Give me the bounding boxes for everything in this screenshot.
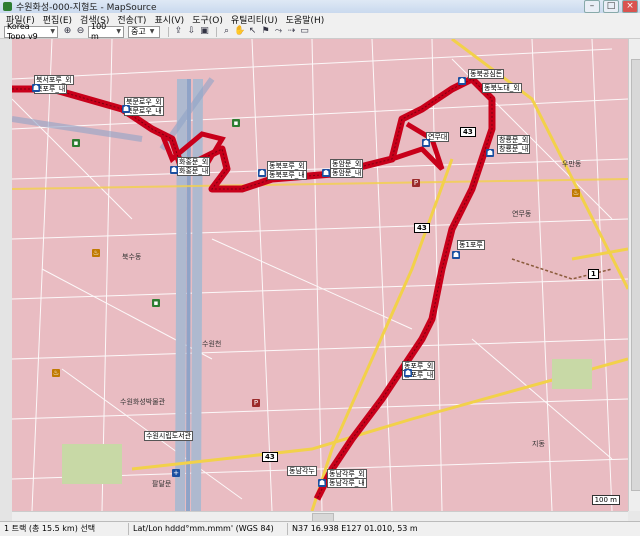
place-label: 수원화성박물관 [120,398,166,406]
hiker-icon[interactable]: ☗ [452,251,460,259]
zoom-out-icon[interactable]: ⊖ [75,26,86,37]
window-title: 수원화성-000-지형도 - MapSource [16,3,157,13]
chevron-down-icon: ▼ [116,27,121,35]
restaurant-icon: ♨ [92,249,100,257]
hiker-icon[interactable]: ☗ [318,479,326,487]
road-number-badge: 43 [262,452,278,462]
menu-view[interactable]: 표시(V) [154,13,184,26]
road-number-badge: 1 [588,269,599,279]
road-43-south [310,158,454,511]
restaurant-icon: ♨ [572,189,580,197]
waypoint-label[interactable]: 동북노대_외 [482,83,522,93]
track-line[interactable] [12,75,496,501]
parking-icon: P [252,399,260,407]
building-icon: ▪ [232,119,240,127]
hiker-icon[interactable]: ☗ [486,149,494,157]
measure-tool-icon[interactable]: ▭ [299,26,310,37]
scroll-thumb[interactable] [631,59,640,491]
status-coord-format: Lat/Lon hddd°mm.mmm' (WGS 84) [129,523,288,535]
device-icon[interactable]: ▣ [199,26,210,37]
chevron-down-icon: ▼ [50,27,55,35]
minimize-button[interactable]: – [584,0,600,13]
waypoint-label[interactable]: 동북공심돈 [468,69,505,79]
place-label[interactable]: 수원시립도서관 [144,431,194,441]
menu-transfer[interactable]: 전송(T) [117,13,146,26]
zoom-tool-icon[interactable]: ⌕ [221,26,232,37]
waypoint-label[interactable]: 동암문_내 [330,168,364,178]
road-minor [12,178,628,190]
hiker-icon[interactable]: ☗ [170,166,178,174]
menu-help[interactable]: 도움말(H) [286,13,325,26]
parking-icon: P [412,179,420,187]
hiker-icon[interactable]: ☗ [422,139,430,147]
waypoint-label[interactable]: 동북포루_내 [267,170,307,180]
title-bar: 수원화성-000-지형도 - MapSource – □ × [0,0,640,13]
maximize-button[interactable]: □ [603,0,619,13]
left-gutter [0,39,12,521]
map-product-select[interactable]: Korea Topo v9 ▼ [4,22,58,41]
building-icon: ▪ [72,139,80,147]
hiker-icon[interactable]: ☗ [122,105,130,113]
waypoint-tool-icon[interactable]: ⚑ [260,26,271,37]
place-label: 우만동 [562,160,582,168]
vertical-scrollbar[interactable] [628,39,640,511]
select-tool-icon[interactable]: ↖ [247,26,258,37]
toolbar-separator [216,26,217,37]
restaurant-icon: ♨ [52,369,60,377]
road-number-badge: 43 [460,127,476,137]
road-number-badge: 43 [414,223,430,233]
road-1 [571,247,628,261]
detail-value: 중고 [131,26,146,36]
hiker-icon[interactable]: ☗ [322,169,330,177]
track-points [12,78,493,500]
close-button[interactable]: × [622,0,638,13]
waypoint-label[interactable]: 동남각누 [287,466,317,476]
zoom-in-icon[interactable]: ⊕ [62,26,73,37]
status-bar: 1 트랙 (총 15.5 km) 선택 Lat/Lon hddd°mm.mmm'… [0,521,640,536]
app-icon [3,2,12,11]
status-coords: N37 16.938 E127 01.010, 53 m [292,524,418,533]
send-to-device-icon[interactable]: ⇪ [173,26,184,37]
toolbar-separator [168,26,169,37]
zoom-select[interactable]: 100 m ▼ [88,22,124,41]
detail-select[interactable]: 중고 ▼ [128,25,160,38]
building-icon: ▪ [152,299,160,307]
hiker-icon[interactable]: ☗ [32,84,40,92]
pan-tool-icon[interactable]: ✋ [234,26,245,37]
map-scale: 100 m [591,495,620,505]
menu-utilities[interactable]: 유틸리티(U) [231,13,278,26]
waypoint-label[interactable]: 창룡문_내 [497,144,531,154]
waypoint-label[interactable]: 동1포루 [457,240,485,250]
menu-tools[interactable]: 도구(O) [192,13,223,26]
receive-from-device-icon[interactable]: ⇩ [186,26,197,37]
place-label: 연무동 [512,210,532,218]
hiker-icon[interactable]: ☗ [458,77,466,85]
waypoint-label[interactable]: 화홍문_내 [177,166,211,176]
hiker-icon[interactable]: ☗ [258,169,266,177]
park-area [552,359,592,389]
medical-icon: + [172,469,180,477]
toolbar: Korea Topo v9 ▼ ⊕ ⊖ 100 m ▼ 중고 ▼ ⇪ ⇩ ▣ ⌕ ✋ … [0,22,640,41]
menu-edit[interactable]: 편집(E) [43,13,72,26]
place-label: 북수동 [122,253,142,261]
track-tool-icon[interactable]: ⇢ [286,26,297,37]
status-selection: 1 트랙 (총 15.5 km) 선택 [0,523,129,535]
place-label: 수원천 [202,340,222,348]
waypoint-label[interactable]: 동남각루_내 [327,478,367,488]
hiker-icon[interactable]: ☗ [404,369,412,377]
route-tool-icon[interactable]: ⤳ [273,26,284,37]
place-label: 팔달문 [152,480,172,488]
park-area [62,444,122,484]
place-label: 지동 [532,440,545,448]
map-canvas[interactable]: 북서포루_외 북포루_내 북문로우_외 북문로우_내 화홍문_외 화홍문_내 동… [12,39,628,511]
chevron-down-icon: ▼ [149,27,155,35]
